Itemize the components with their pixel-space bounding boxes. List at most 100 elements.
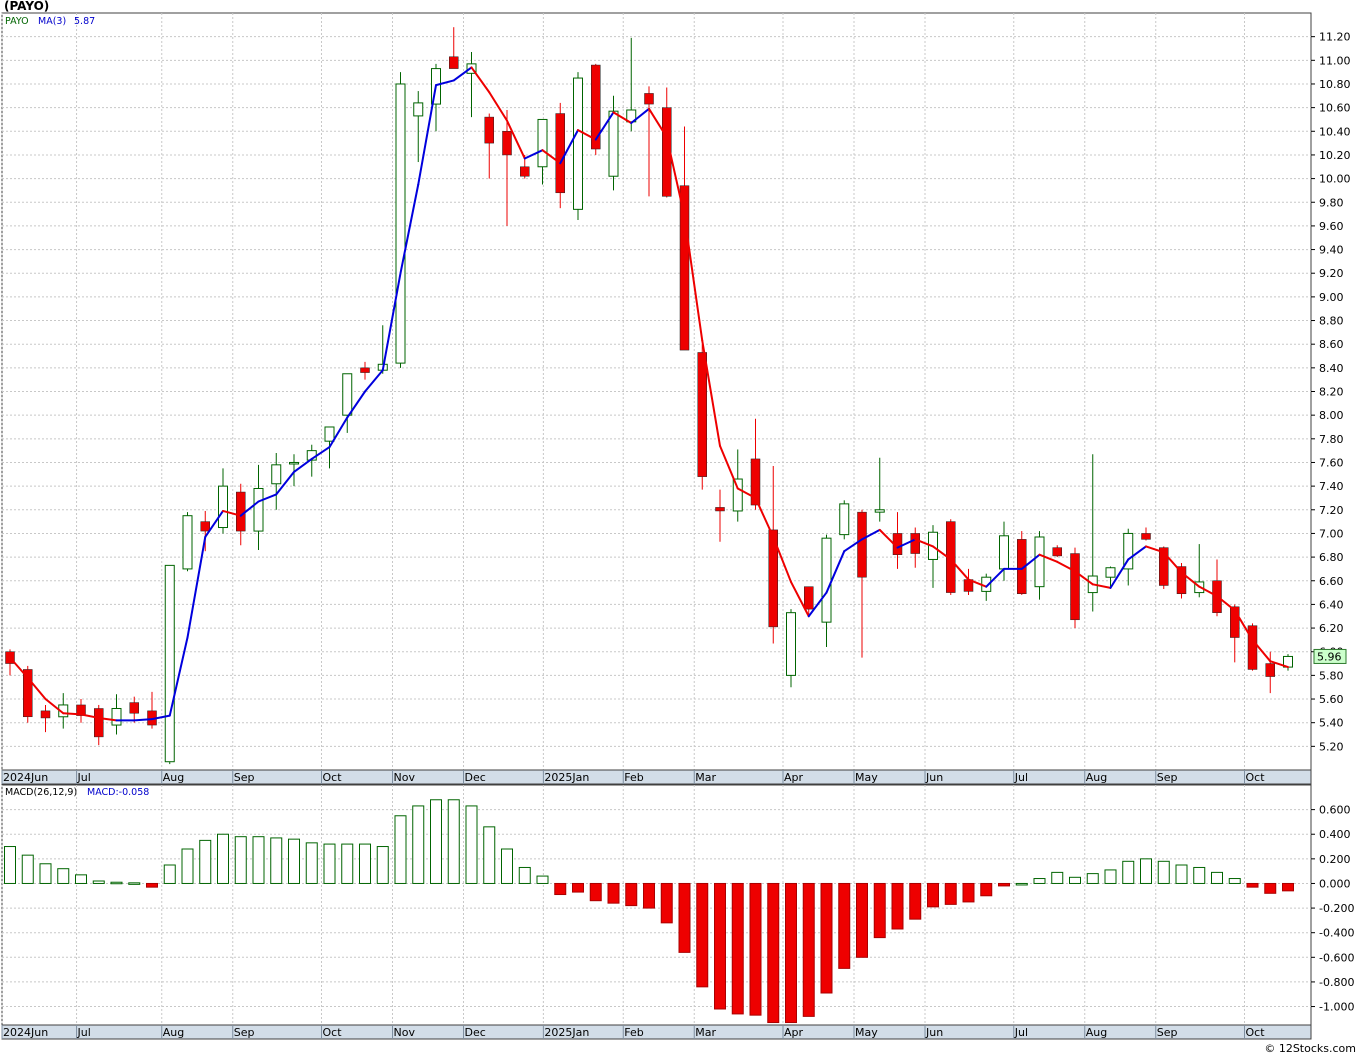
date-axis-label: Jun (925, 1026, 943, 1039)
date-axis-label: Oct (323, 1026, 343, 1039)
candle-down (502, 131, 512, 156)
candle-up (289, 461, 299, 465)
macd-bar-positive (75, 874, 87, 884)
candle-up (821, 537, 832, 623)
macd-tick-label: -0.200 (1319, 902, 1354, 915)
macd-bar-positive (376, 846, 389, 884)
candle-up (395, 83, 406, 364)
date-axis-label: Dec (465, 1026, 486, 1039)
price-tick-label: 8.60 (1319, 338, 1344, 351)
macd-bar-negative (820, 882, 833, 994)
price-tick-label: 6.80 (1319, 551, 1344, 564)
candle-up (164, 564, 175, 763)
candle-down (1070, 553, 1080, 621)
price-tick-label: 9.60 (1319, 220, 1344, 233)
macd-bar-positive (4, 846, 16, 884)
date-axis-label: Aug (163, 1026, 184, 1039)
macd-bar-positive (501, 848, 513, 884)
candle-up (324, 426, 335, 442)
legend-symbol: PAYO (5, 16, 29, 27)
price-tick-label: 7.40 (1319, 480, 1344, 493)
macd-bar-positive (447, 799, 460, 884)
macd-bar-negative (643, 882, 655, 909)
date-axis-label: Jul (1014, 1026, 1028, 1039)
price-tick-label: 11.20 (1319, 31, 1351, 44)
macd-bar-positive (1069, 876, 1081, 884)
macd-bar-positive (57, 868, 70, 884)
date-axis-label: Jul (77, 1026, 91, 1039)
stock-chart: (PAYO) 5.205.405.605.806.006.206.406.606… (1, 0, 1356, 1055)
candle-up (182, 515, 193, 570)
macd-bar-positive (483, 826, 496, 884)
candle-down (236, 491, 246, 532)
price-tick-label: 9.40 (1319, 244, 1344, 257)
legend-ma-value: 5.87 (74, 16, 95, 27)
candle-up (271, 464, 282, 485)
candle-down (520, 166, 530, 177)
ma3-segment (133, 718, 153, 722)
candle-down (129, 702, 139, 714)
date-axis-label: 2025Jan (544, 1026, 589, 1039)
candle-down (715, 507, 725, 512)
candle-down (484, 116, 494, 144)
macd-bar-negative (785, 882, 797, 1024)
macd-bar-positive (1086, 873, 1099, 884)
candle-up (839, 503, 850, 536)
macd-legend-title: MACD(26,12,9) (5, 787, 77, 798)
candle-down (449, 56, 459, 69)
macd-bar-negative (625, 882, 638, 907)
date-axis-label: Jun (925, 771, 943, 784)
candle-down (1176, 566, 1187, 595)
macd-bar-negative (607, 882, 620, 904)
price-tick-label: 9.80 (1319, 196, 1344, 209)
date-axis-label: Aug (1086, 1026, 1107, 1039)
candle-up (732, 478, 743, 512)
macd-date-axis (1, 1024, 1312, 1040)
candle-up (537, 118, 548, 168)
macd-bar-negative (731, 882, 744, 1015)
price-tick-label: 8.00 (1319, 409, 1344, 422)
copyright-text: © 12Stocks.com (1264, 1042, 1356, 1055)
date-axis-label: Aug (1086, 771, 1107, 784)
macd-bar-positive (518, 866, 531, 884)
macd-bar-positive (163, 864, 176, 884)
candle-up (573, 77, 583, 210)
macd-bar-negative (962, 882, 975, 903)
date-axis-label: Dec (465, 771, 486, 784)
macd-bar-positive (1193, 866, 1206, 884)
macd-bar-negative (714, 882, 726, 1010)
price-tick-label: 11.00 (1319, 54, 1351, 67)
macd-bar-positive (536, 875, 549, 884)
date-axis-label: Sep (1157, 771, 1178, 784)
candle-down (1265, 663, 1275, 677)
date-axis-label: Sep (234, 771, 255, 784)
macd-bar-negative (589, 882, 602, 902)
macd-plot-area (1, 784, 1312, 1026)
candle-up (253, 487, 264, 532)
macd-bar-positive (359, 843, 371, 884)
price-tick-label: 7.60 (1319, 456, 1344, 469)
macd-bar-positive (1157, 860, 1170, 884)
date-axis-label: May (855, 1026, 878, 1039)
macd-bar-positive (465, 805, 478, 884)
candle-down (555, 113, 565, 194)
candle-down (94, 708, 104, 738)
candle-down (857, 511, 867, 578)
macd-panel: -1.000 -0.800 -0.600 -0.400 -0.200 0.000 0.200… (1, 784, 1354, 1040)
macd-bar-negative (572, 882, 584, 893)
candle-down (804, 586, 814, 610)
macd-bar-negative (1282, 882, 1294, 892)
macd-bar-negative (554, 882, 567, 896)
price-tick-label: 10.20 (1319, 149, 1351, 162)
candle-down (697, 352, 707, 477)
candle-up (1105, 567, 1116, 578)
macd-bar-negative (856, 882, 868, 958)
macd-bar-positive (181, 848, 194, 884)
date-axis-label: Jul (77, 771, 91, 784)
candle-down (40, 710, 51, 719)
macd-bar-positive (234, 836, 247, 884)
macd-bar-negative (1264, 882, 1277, 894)
macd-bar-positive (412, 805, 425, 884)
date-axis-label: 2024Jun (3, 771, 48, 784)
candle-down (679, 185, 690, 351)
